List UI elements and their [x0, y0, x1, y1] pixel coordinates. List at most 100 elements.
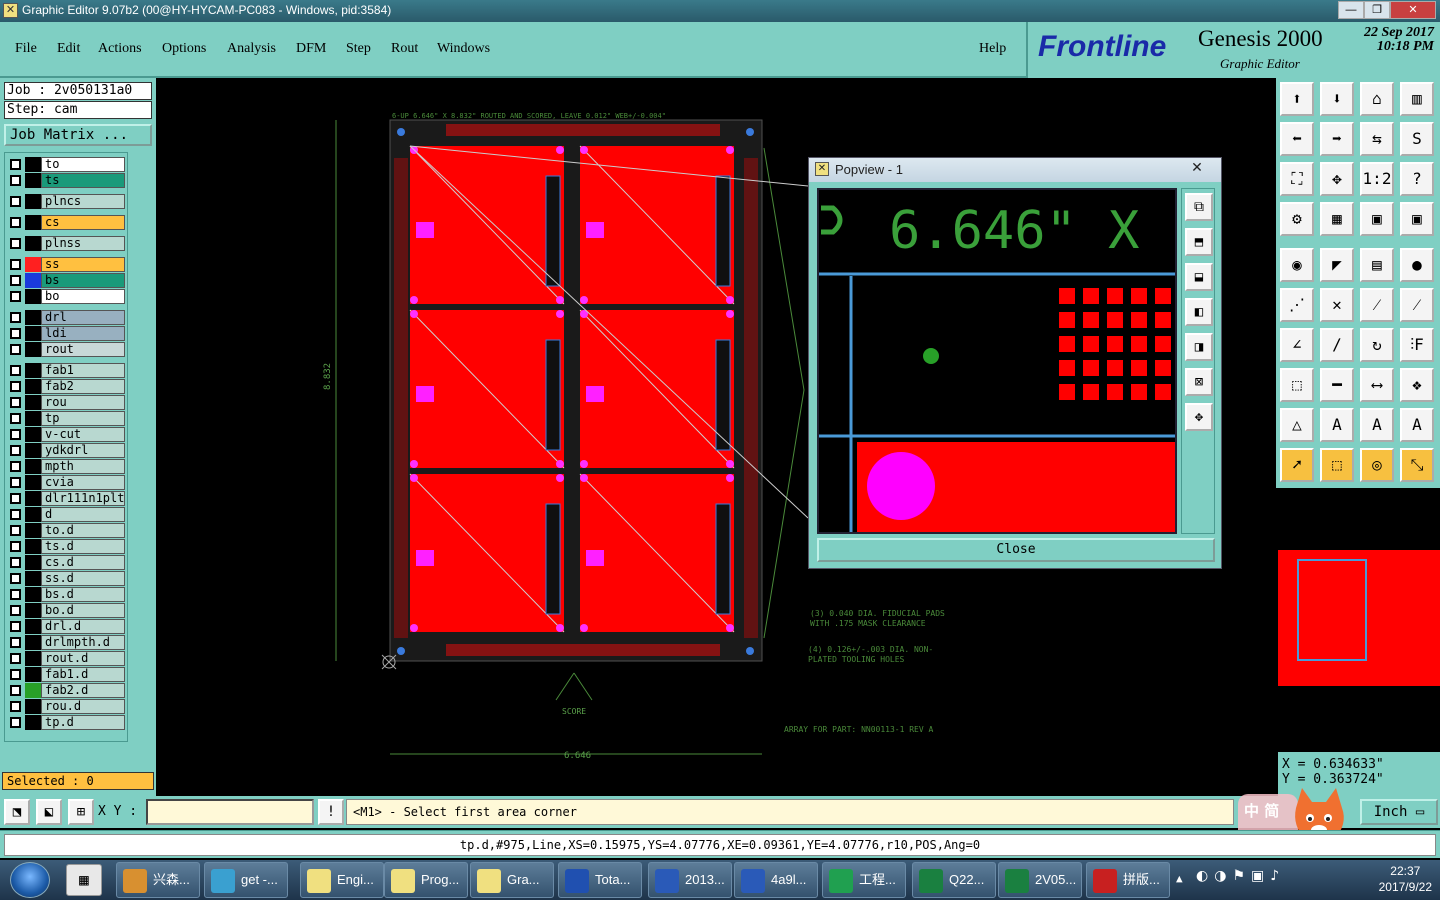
pan-left-icon[interactable]: ◧: [1185, 298, 1213, 326]
grid-icon[interactable]: ▦: [1320, 202, 1354, 236]
pointer-icon[interactable]: ➚: [1280, 448, 1314, 482]
layer-row-fab1-d[interactable]: fab1.d: [7, 667, 127, 682]
layer-color-swatch[interactable]: [25, 310, 41, 325]
layer-color-swatch[interactable]: [25, 651, 41, 666]
tray-network-icon[interactable]: ▣: [1251, 868, 1270, 884]
taskbar-item[interactable]: Engi...: [300, 862, 384, 898]
layer-name[interactable]: v-cut: [41, 427, 125, 442]
layer-checkbox[interactable]: [10, 557, 21, 568]
layer-name[interactable]: drl: [41, 310, 125, 325]
start-button[interactable]: [10, 862, 50, 898]
layer-color-swatch[interactable]: [25, 475, 41, 490]
snap-settings-icon[interactable]: ⚙: [1280, 202, 1314, 236]
minimize-button[interactable]: —: [1338, 1, 1364, 19]
layer-name[interactable]: ydkdrl: [41, 443, 125, 458]
pan-right-icon[interactable]: ➡: [1320, 122, 1354, 156]
maximize-button[interactable]: ❐: [1364, 1, 1390, 19]
triangle-4-icon[interactable]: A: [1400, 408, 1434, 442]
pad-icon[interactable]: ●: [1400, 248, 1434, 282]
layer-row-drlmpth-d[interactable]: drlmpth.d: [7, 635, 127, 650]
alert-icon[interactable]: !: [318, 799, 344, 825]
layer-color-swatch[interactable]: [25, 491, 41, 506]
layer-color-swatch[interactable]: [25, 619, 41, 634]
layer-name[interactable]: cvia: [41, 475, 125, 490]
layer-name[interactable]: ldi: [41, 326, 125, 341]
layer-checkbox[interactable]: [10, 159, 21, 170]
layer-checkbox[interactable]: [10, 328, 21, 339]
layer-display-icon[interactable]: ▣: [1360, 202, 1394, 236]
layer-row-plnss[interactable]: plnss: [7, 236, 127, 251]
layer-color-swatch[interactable]: [25, 363, 41, 378]
layer-checkbox[interactable]: [10, 344, 21, 355]
layer-color-swatch[interactable]: [25, 459, 41, 474]
layer-row-rout[interactable]: rout: [7, 342, 127, 357]
layer-row-bo[interactable]: bo: [7, 289, 127, 304]
layer-row-rou-d[interactable]: rou.d: [7, 699, 127, 714]
layer-name[interactable]: rout.d: [41, 651, 125, 666]
layer-name[interactable]: fab2: [41, 379, 125, 394]
layer-checkbox[interactable]: [10, 291, 21, 302]
layer-checkbox[interactable]: [10, 259, 21, 270]
cross-icon[interactable]: ✕: [1320, 288, 1354, 322]
layer-row-tp[interactable]: tp: [7, 411, 127, 426]
layer-name[interactable]: to.d: [41, 523, 125, 538]
layer-name[interactable]: rout: [41, 342, 125, 357]
layer-row-rou[interactable]: rou: [7, 395, 127, 410]
menu-rout[interactable]: Rout: [391, 41, 418, 57]
window-title-bar[interactable]: ✕ Graphic Editor 9.07b2 (00@HY-HYCAM-PC0…: [0, 0, 1440, 22]
connect-icon[interactable]: ⋰: [1280, 288, 1314, 322]
layer-row-fab2[interactable]: fab2: [7, 379, 127, 394]
layer-checkbox[interactable]: [10, 669, 21, 680]
layer-name[interactable]: fab1: [41, 363, 125, 378]
layer-color-swatch[interactable]: [25, 194, 41, 209]
layer-checkbox[interactable]: [10, 365, 21, 376]
layer-name[interactable]: ts: [41, 173, 125, 188]
taskbar-clock[interactable]: 22:37 2017/9/22: [1379, 863, 1432, 895]
grid-snap-icon[interactable]: ⊞: [68, 799, 94, 825]
layer-color-swatch[interactable]: [25, 683, 41, 698]
layer-name[interactable]: drl.d: [41, 619, 125, 634]
layer-row-bs-d[interactable]: bs.d: [7, 587, 127, 602]
triangle-1-icon[interactable]: △: [1280, 408, 1314, 442]
layer-name[interactable]: tp.d: [41, 715, 125, 730]
layer-color-swatch[interactable]: [25, 173, 41, 188]
taskbar-item[interactable]: Prog...: [384, 862, 468, 898]
taskbar-item[interactable]: 工程...: [822, 862, 906, 898]
layer-color-swatch[interactable]: [25, 715, 41, 730]
layer-name[interactable]: ss.d: [41, 571, 125, 586]
layer-checkbox[interactable]: [10, 217, 21, 228]
line-add-icon[interactable]: ⁄: [1360, 288, 1394, 322]
layer-row-to[interactable]: to: [7, 157, 127, 172]
layer-color-swatch[interactable]: [25, 289, 41, 304]
mirror-view-icon[interactable]: ⇆: [1360, 122, 1394, 156]
layer-row-drl[interactable]: drl: [7, 310, 127, 325]
close-window-button[interactable]: ✕: [1390, 1, 1436, 19]
layer-color-swatch[interactable]: [25, 411, 41, 426]
popview-title-bar[interactable]: ✕ Popview - 1 ✕: [809, 158, 1221, 182]
pan-down-icon[interactable]: ⬇: [1320, 82, 1354, 116]
pointer-box-icon[interactable]: ⬚: [1320, 448, 1354, 482]
zoom-home-icon[interactable]: ⛶: [1280, 162, 1314, 196]
arc-icon[interactable]: ↻: [1360, 328, 1394, 362]
layer-checkbox[interactable]: [10, 445, 21, 456]
layer-row-bo-d[interactable]: bo.d: [7, 603, 127, 618]
layer-checkbox[interactable]: [10, 477, 21, 488]
layer-checkbox[interactable]: [10, 653, 21, 664]
layer-checkbox[interactable]: [10, 573, 21, 584]
layer-row-tp-d[interactable]: tp.d: [7, 715, 127, 730]
layer-name[interactable]: bo.d: [41, 603, 125, 618]
layer-color-swatch[interactable]: [25, 587, 41, 602]
tray-volume-icon[interactable]: ♪: [1270, 868, 1285, 884]
layer-name[interactable]: fab1.d: [41, 667, 125, 682]
popview-viewport[interactable]: 6.646" X: [817, 188, 1177, 534]
layer-row-ts[interactable]: ts: [7, 173, 127, 188]
angle-icon[interactable]: ∠: [1280, 328, 1314, 362]
line-move-icon[interactable]: ⁄: [1400, 288, 1434, 322]
calculator-icon[interactable]: ▦: [66, 864, 102, 896]
layer-color-swatch[interactable]: [25, 236, 41, 251]
layer-name[interactable]: d: [41, 507, 125, 522]
layer-row-ts-d[interactable]: ts.d: [7, 539, 127, 554]
taskbar-item[interactable]: 4a9l...: [734, 862, 818, 898]
measure-icon[interactable]: ▤: [1360, 248, 1394, 282]
help-icon[interactable]: ?: [1400, 162, 1434, 196]
